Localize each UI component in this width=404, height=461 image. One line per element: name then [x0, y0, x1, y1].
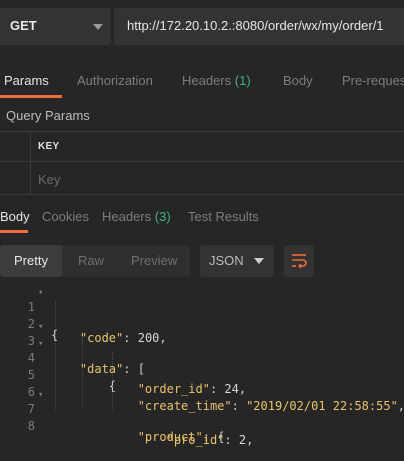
pretty-button[interactable]: Pretty: [0, 245, 62, 277]
fold-toggle-icon[interactable]: ▾: [38, 390, 43, 400]
format-label: JSON: [209, 253, 244, 268]
key-input[interactable]: Key: [38, 172, 60, 187]
json-key: "code": [79, 331, 124, 345]
wrap-lines-button[interactable]: [284, 245, 314, 277]
tab-count: (3): [154, 209, 171, 224]
code-line: 8 "pro_id": 2,: [0, 405, 254, 447]
tab-label: Body: [283, 73, 313, 88]
tab-headers[interactable]: Headers (1): [182, 73, 251, 88]
column-divider: [30, 131, 31, 194]
response-body-code[interactable]: 1 ▾ { 2 "code": 200, 3 ▾ "data": [ 4 ▾ {…: [0, 284, 404, 447]
tab-label: Test Results: [188, 209, 259, 224]
json-key: "order_id": [137, 382, 210, 396]
chevron-down-icon: [93, 24, 103, 30]
code-line: 2 "code": 200,: [0, 303, 167, 345]
json-value: 200: [137, 331, 160, 345]
json-value: 24: [224, 382, 239, 396]
tab-authorization[interactable]: Authorization: [77, 73, 153, 88]
divider: [0, 194, 404, 195]
query-params-title: Query Params: [6, 108, 90, 123]
tab-label: Pre-reques: [342, 73, 404, 88]
key-column-header: KEY: [38, 141, 60, 152]
active-tab-indicator: [0, 95, 62, 98]
url-input[interactable]: http://172.20.10.2.:8080/order/wx/my/ord…: [114, 8, 404, 45]
divider: [0, 131, 404, 132]
json-value: 2: [238, 433, 247, 447]
json-key: "pro_id": [166, 433, 225, 447]
code-token: [: [137, 362, 145, 376]
method-label: GET: [10, 18, 37, 33]
fold-toggle-icon[interactable]: ▾: [38, 339, 43, 349]
json-key: "create_time": [137, 399, 232, 413]
fold-toggle-icon[interactable]: ▾: [38, 322, 43, 332]
tab-label: Cookies: [42, 209, 89, 224]
format-select[interactable]: JSON: [200, 245, 274, 277]
method-select[interactable]: GET: [0, 8, 111, 45]
active-response-tab-indicator: [0, 230, 28, 233]
tab-label: Params: [4, 73, 49, 88]
tab-test-results[interactable]: Test Results: [188, 209, 259, 224]
view-mode-group: Pretty Raw Preview: [0, 245, 190, 277]
tab-label: Headers: [182, 73, 232, 88]
tab-label: Authorization: [77, 73, 153, 88]
tab-label: Body: [0, 209, 30, 224]
raw-button[interactable]: Raw: [78, 253, 104, 268]
code-line: 3 ▾ "data": [: [0, 320, 145, 376]
tab-count: (1): [234, 73, 251, 88]
fold-toggle-icon[interactable]: ▾: [38, 288, 43, 298]
code-line: 4 ▾ {: [0, 337, 116, 393]
preview-button[interactable]: Preview: [131, 253, 177, 268]
line-number: 8: [27, 419, 35, 433]
tab-body[interactable]: Body: [283, 73, 313, 88]
tab-label: Headers: [102, 209, 152, 224]
tab-pre-request[interactable]: Pre-reques: [342, 73, 404, 88]
tab-response-body[interactable]: Body: [0, 209, 30, 224]
wrap-lines-icon: [292, 254, 307, 269]
code-line: 1 ▾ {: [0, 286, 58, 342]
code-line: 6 "create_time": "2019/02/01 22:58:55",: [0, 371, 404, 413]
code-line: 7 ▾ "product": {: [0, 388, 225, 444]
chevron-down-icon: [254, 258, 264, 264]
json-key: "data": [79, 362, 124, 376]
tab-params[interactable]: Params: [4, 73, 49, 88]
tab-cookies[interactable]: Cookies: [42, 209, 89, 224]
tab-response-headers[interactable]: Headers (3): [102, 209, 171, 224]
divider: [0, 161, 404, 162]
code-line: 5 "order_id": 24,: [0, 354, 246, 396]
json-value: "2019/02/01 22:58:55": [246, 399, 398, 413]
